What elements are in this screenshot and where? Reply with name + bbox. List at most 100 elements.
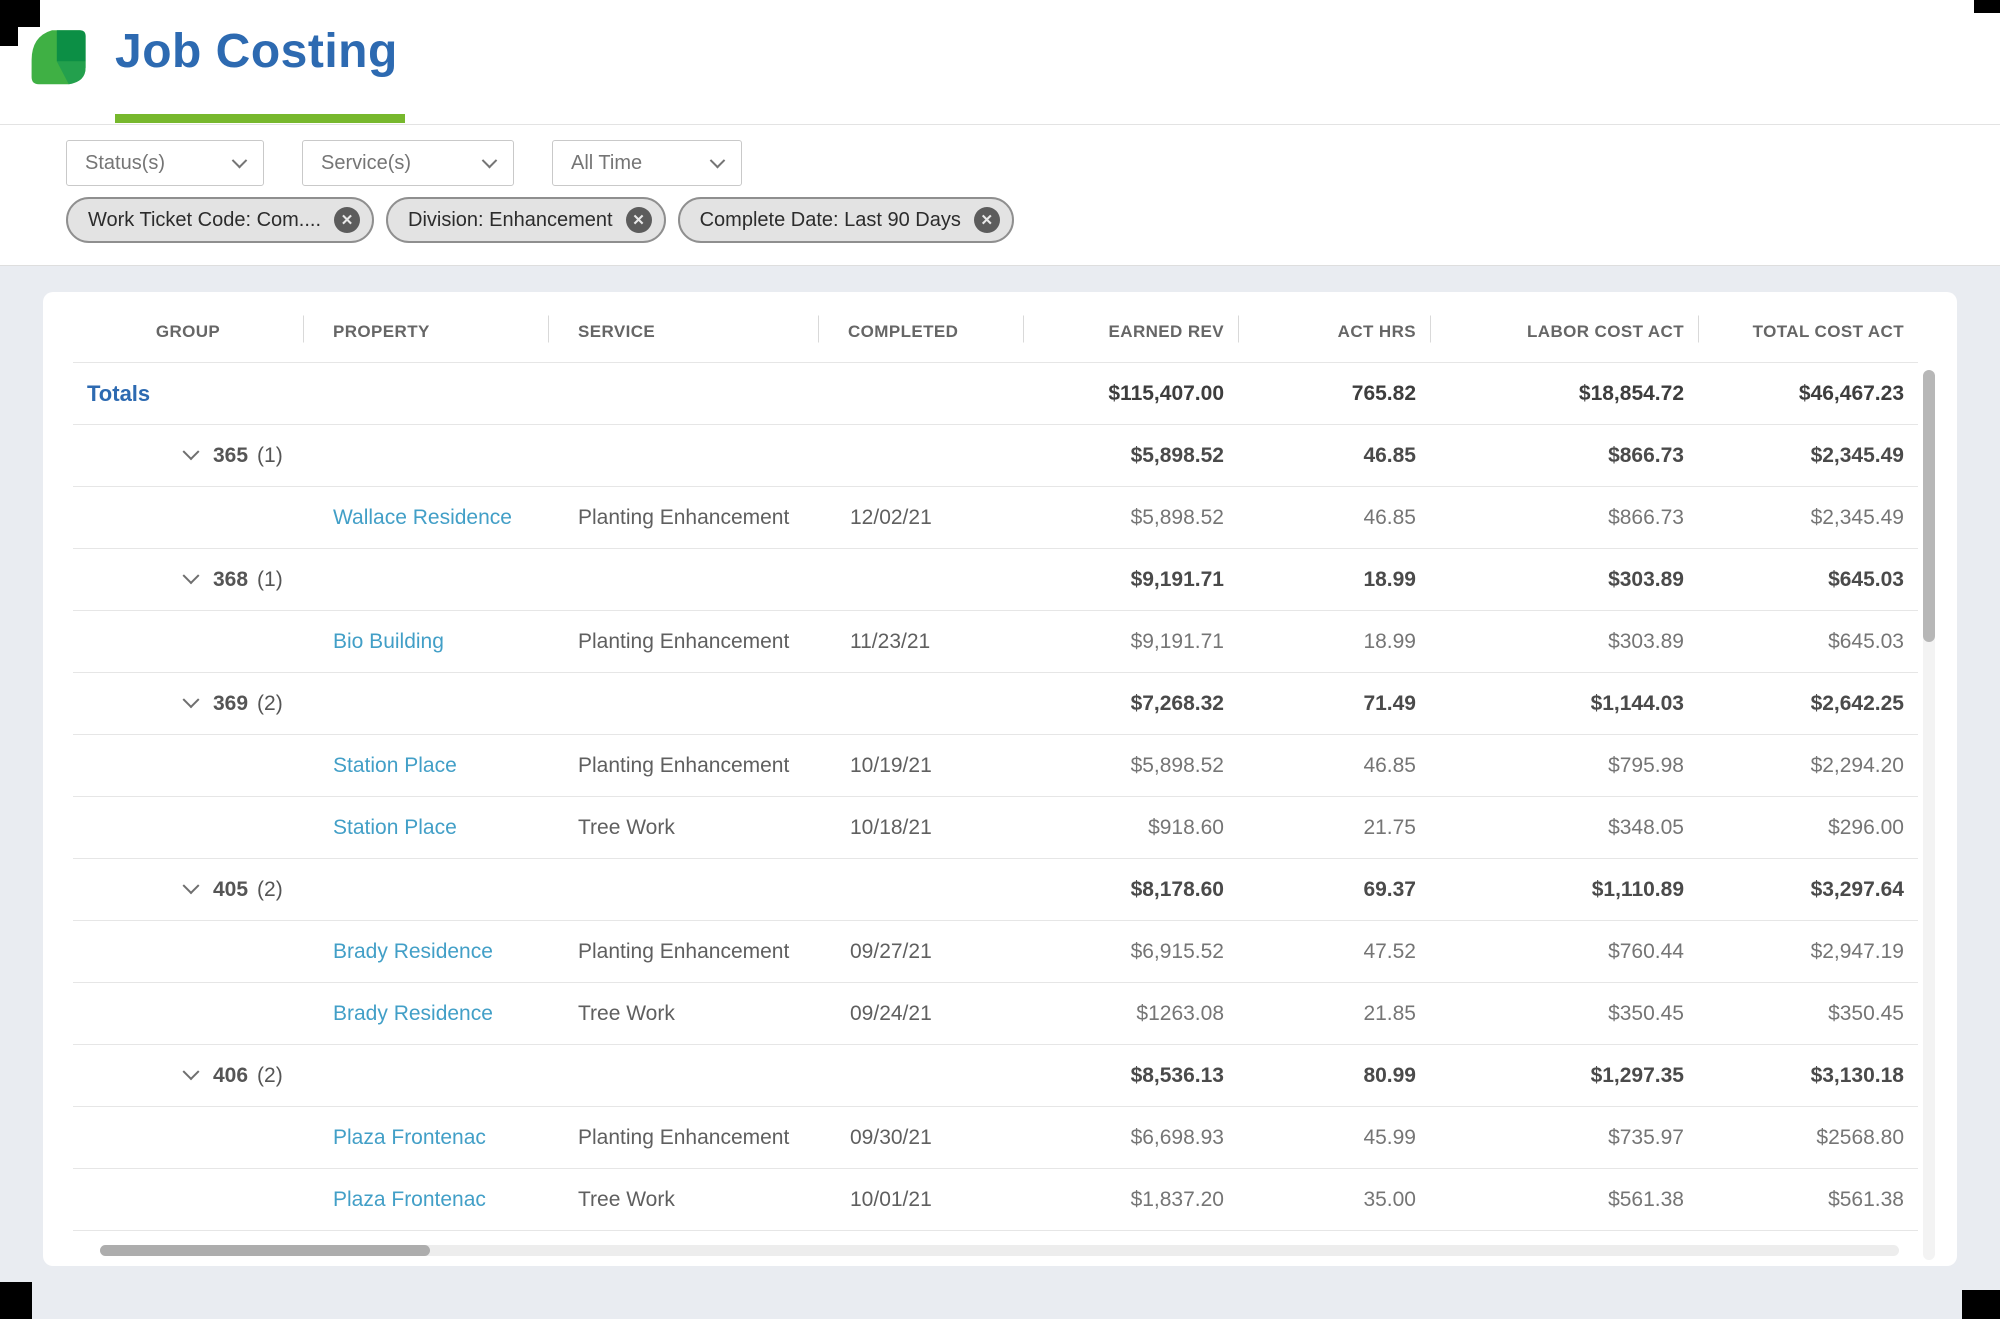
empty-cell — [73, 611, 303, 673]
earned-rev-cell: $918.60 — [1023, 797, 1238, 859]
empty-cell — [73, 983, 303, 1045]
remove-filter-icon[interactable]: ✕ — [974, 207, 1000, 233]
total-cost-act-cell: $561.38 — [1698, 1169, 1918, 1231]
total-cost-act-cell: $296.00 — [1698, 797, 1918, 859]
labor-cost-act-cell: $1,297.35 — [1430, 1045, 1698, 1107]
vertical-scrollbar[interactable] — [1923, 370, 1935, 1260]
filter-chip-work-ticket-code[interactable]: Work Ticket Code: Com.... ✕ — [66, 197, 374, 243]
table-header-row: GROUP PROPERTY SERVICE COMPLETED EARNED … — [73, 296, 1918, 363]
empty-cell — [818, 549, 1023, 611]
act-hrs-cell: 71.49 — [1238, 673, 1430, 735]
group-row: 369(2)$7,268.3271.49$1,144.03$2,642.25 — [73, 673, 1918, 735]
corner-mark — [0, 0, 18, 46]
corner-mark — [1962, 1290, 2000, 1319]
group-toggle[interactable]: 368(1) — [73, 568, 303, 592]
total-cost-act-cell: $350.45 — [1698, 983, 1918, 1045]
property-link[interactable]: Plaza Frontenac — [333, 1188, 486, 1211]
empty-cell — [548, 1045, 818, 1107]
act-hrs-cell: 35.00 — [1238, 1169, 1430, 1231]
group-row: 406(2)$8,536.1380.99$1,297.35$3,130.18 — [73, 1045, 1918, 1107]
property-link[interactable]: Wallace Residence — [333, 506, 512, 529]
chevron-down-icon — [183, 1063, 200, 1080]
empty-cell — [73, 735, 303, 797]
corner-mark — [0, 1282, 32, 1319]
property-link[interactable]: Plaza Frontenac — [333, 1126, 486, 1149]
service-filter-dropdown[interactable]: Service(s) — [302, 140, 514, 186]
earned-rev-cell: $7,268.32 — [1023, 673, 1238, 735]
empty-cell — [73, 1169, 303, 1231]
service-cell: Tree Work — [548, 797, 818, 859]
property-link[interactable]: Brady Residence — [333, 940, 493, 963]
property-link[interactable]: Station Place — [333, 816, 457, 839]
act-hrs-cell: 45.99 — [1238, 1107, 1430, 1169]
group-toggle[interactable]: 365(1) — [73, 444, 303, 468]
col-header-completed[interactable]: COMPLETED — [818, 296, 1023, 363]
col-header-act-hrs[interactable]: ACT HRS — [1238, 296, 1430, 363]
group-count: (2) — [257, 1064, 283, 1088]
empty-cell — [303, 549, 548, 611]
col-header-labor-cost-act[interactable]: LABOR COST ACT — [1430, 296, 1698, 363]
empty-cell — [548, 859, 818, 921]
group-row: 405(2)$8,178.6069.37$1,110.89$3,297.64 — [73, 859, 1918, 921]
chevron-down-icon — [710, 152, 726, 168]
group-toggle[interactable]: 369 (2) — [73, 692, 303, 716]
horizontal-scrollbar[interactable] — [100, 1245, 1899, 1256]
total-cost-act-cell: $2,345.49 — [1698, 425, 1918, 487]
empty-cell — [818, 1045, 1023, 1107]
chevron-down-icon — [183, 877, 200, 894]
col-header-earned-rev[interactable]: EARNED REV — [1023, 296, 1238, 363]
table-row: Station PlaceTree Work10/18/21$918.6021.… — [73, 797, 1918, 859]
completed-cell: 09/30/21 — [818, 1107, 1023, 1169]
group-count: (2) — [257, 692, 283, 716]
total-cost-act-cell: $3,297.64 — [1698, 859, 1918, 921]
empty-cell — [818, 425, 1023, 487]
property-link[interactable]: Bio Building — [333, 630, 444, 653]
filter-chip-label: Complete Date: Last 90 Days — [700, 209, 961, 232]
remove-filter-icon[interactable]: ✕ — [626, 207, 652, 233]
totals-total-cost-act: $46,467.23 — [1698, 363, 1918, 425]
labor-cost-act-cell: $1,110.89 — [1430, 859, 1698, 921]
table-body: Totals $115,407.00 765.82 $18,854.72 $46… — [73, 363, 1918, 1231]
filter-chip-division[interactable]: Division: Enhancement ✕ — [386, 197, 666, 243]
chevron-down-icon — [183, 567, 200, 584]
status-filter-label: Status(s) — [85, 152, 165, 175]
labor-cost-act-cell: $303.89 — [1430, 549, 1698, 611]
job-costing-table: GROUP PROPERTY SERVICE COMPLETED EARNED … — [73, 296, 1918, 1231]
total-cost-act-cell: $2,642.25 — [1698, 673, 1918, 735]
total-cost-act-cell: $2,345.49 — [1698, 487, 1918, 549]
vertical-scrollbar-thumb[interactable] — [1923, 370, 1935, 642]
group-id: 406 — [213, 1064, 248, 1088]
dropdown-row: Status(s) Service(s) All Time — [66, 140, 2000, 186]
filter-chip-complete-date[interactable]: Complete Date: Last 90 Days ✕ — [678, 197, 1014, 243]
earned-rev-cell: $5,898.52 — [1023, 487, 1238, 549]
property-link[interactable]: Station Place — [333, 754, 457, 777]
act-hrs-cell: 21.75 — [1238, 797, 1430, 859]
horizontal-scrollbar-thumb[interactable] — [100, 1245, 430, 1256]
time-filter-dropdown[interactable]: All Time — [552, 140, 742, 186]
col-header-total-cost-act[interactable]: TOTAL COST ACT — [1698, 296, 1918, 363]
earned-rev-cell: $8,536.13 — [1023, 1045, 1238, 1107]
group-id: 369 — [213, 692, 248, 716]
col-header-property[interactable]: PROPERTY — [303, 296, 548, 363]
earned-rev-cell: $5,898.52 — [1023, 735, 1238, 797]
table-row: Brady ResidencePlanting Enhancement09/27… — [73, 921, 1918, 983]
status-filter-dropdown[interactable]: Status(s) — [66, 140, 264, 186]
remove-filter-icon[interactable]: ✕ — [334, 207, 360, 233]
group-toggle[interactable]: 406 (2) — [73, 1064, 303, 1088]
property-link[interactable]: Brady Residence — [333, 1002, 493, 1025]
labor-cost-act-cell: $561.38 — [1430, 1169, 1698, 1231]
chevron-down-icon — [482, 152, 498, 168]
act-hrs-cell: 18.99 — [1238, 549, 1430, 611]
total-cost-act-cell: $3,130.18 — [1698, 1045, 1918, 1107]
empty-cell — [303, 673, 548, 735]
completed-cell: 10/01/21 — [818, 1169, 1023, 1231]
completed-cell: 10/19/21 — [818, 735, 1023, 797]
group-id: 405 — [213, 878, 248, 902]
page-title: Job Costing — [115, 24, 398, 79]
table-row: Brady ResidenceTree Work09/24/21$1263.08… — [73, 983, 1918, 1045]
group-toggle[interactable]: 405(2) — [73, 878, 303, 902]
empty-cell — [548, 549, 818, 611]
total-cost-act-cell: $645.03 — [1698, 611, 1918, 673]
col-header-group[interactable]: GROUP — [73, 296, 303, 363]
col-header-service[interactable]: SERVICE — [548, 296, 818, 363]
